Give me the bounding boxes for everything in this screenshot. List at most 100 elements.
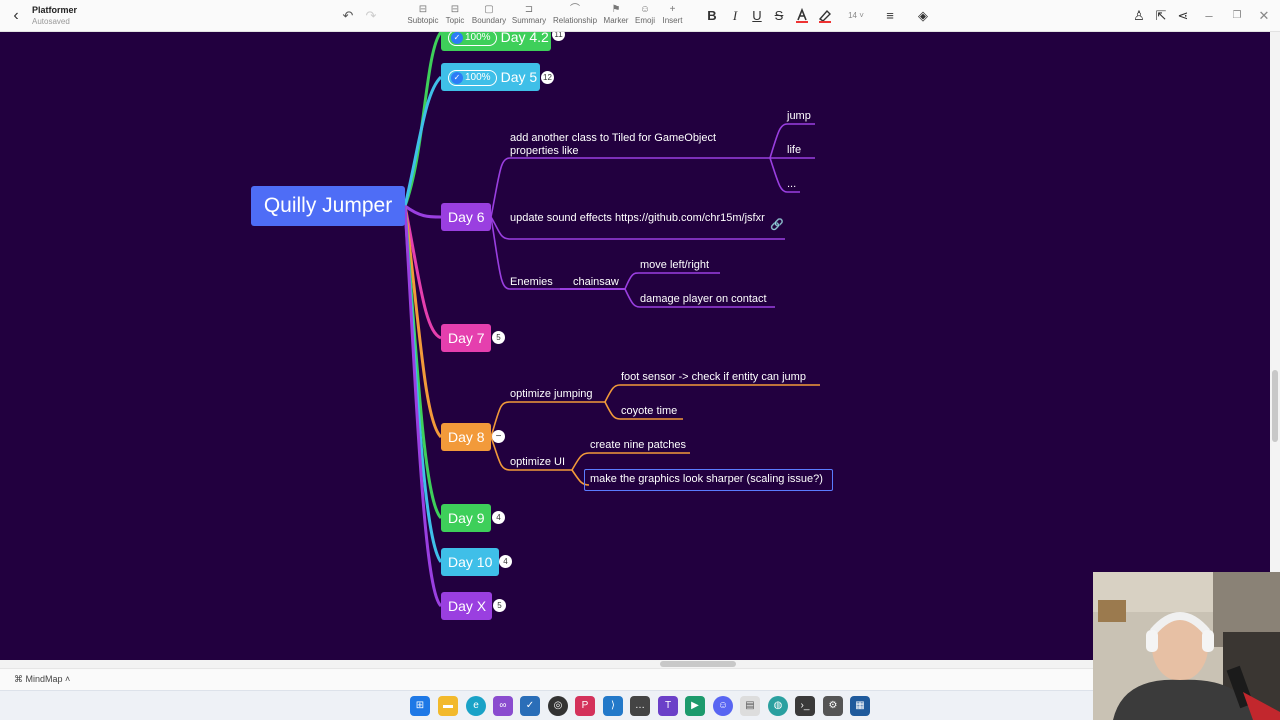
topic-button[interactable]: ⊟ Topic xyxy=(443,4,467,28)
vertical-scrollbar[interactable] xyxy=(1270,32,1280,660)
app-icon[interactable]: ▶ xyxy=(685,696,705,716)
app-icon[interactable]: T xyxy=(658,696,678,716)
save-status: Autosaved xyxy=(32,17,70,26)
start-menu-icon[interactable]: ⊞ xyxy=(410,696,430,716)
taskbar: ⊞ ▬ e ∞ ✓ ◎ P ⟩ … T ▶ ☺ ▤ ◍ ›_ ⚙ ▦ xyxy=(0,690,1280,720)
app-icon[interactable]: ∞ xyxy=(493,696,513,716)
marker-icon: ⚑ xyxy=(611,4,621,15)
align-icon[interactable]: ≡ xyxy=(882,8,898,24)
day-10-topic[interactable]: Day 10 xyxy=(441,548,499,576)
progress-badge: ✓ 100% xyxy=(448,70,497,86)
restore-icon[interactable]: ❐ xyxy=(1229,8,1245,24)
terminal-icon[interactable]: ›_ xyxy=(795,696,815,716)
subtopic-icon: ⊟ xyxy=(418,4,428,15)
collapse-count-badge[interactable]: 5 xyxy=(493,599,506,612)
topic-icon: ⊟ xyxy=(450,4,460,15)
day-4-2-topic[interactable]: ✓ 100% Day 4.2 xyxy=(441,32,551,51)
day-9-topic[interactable]: Day 9 xyxy=(441,504,491,532)
italic-button[interactable]: I xyxy=(727,8,743,24)
subtopic-move-left-right[interactable]: move left/right xyxy=(640,259,709,272)
insert-button[interactable]: + Insert xyxy=(661,4,684,28)
share-icon[interactable]: ⋖ xyxy=(1175,8,1191,24)
undo-icon[interactable]: ↶ xyxy=(340,8,356,24)
bold-button[interactable]: B xyxy=(704,8,720,24)
subtopic-life[interactable]: life xyxy=(787,144,801,157)
app-icon[interactable]: P xyxy=(575,696,595,716)
mindmap-canvas[interactable]: Quilly Jumper ✓ 100% Day 4.2 11 ✓ 100% Day 5… xyxy=(0,32,1270,660)
subtopic-tiled-class[interactable]: add another class to Tiled for GameObjec… xyxy=(510,132,765,158)
subtopic-chainsaw[interactable]: chainsaw xyxy=(573,276,619,289)
branch-lines xyxy=(403,32,820,608)
highlight-icon[interactable] xyxy=(817,8,833,24)
link-icon[interactable]: 🔗 xyxy=(770,218,784,231)
scroll-thumb[interactable] xyxy=(1272,370,1278,442)
text-color-icon[interactable] xyxy=(794,7,810,24)
subtopic-enemies[interactable]: Enemies xyxy=(510,276,553,289)
relationship-button[interactable]: ⌒ Relationship xyxy=(553,4,597,28)
day-x-topic[interactable]: Day X xyxy=(441,592,492,620)
subtopic-optimize-jumping[interactable]: optimize jumping xyxy=(510,388,593,401)
webcam-overlay xyxy=(1093,572,1280,720)
subtopic-sound-effects[interactable]: update sound effects https://github.com/… xyxy=(510,212,768,225)
summary-button[interactable]: ⊐ Summary xyxy=(511,4,547,28)
collapse-button[interactable]: − xyxy=(492,430,505,443)
strikethrough-button[interactable]: S xyxy=(771,8,787,24)
summary-icon: ⊐ xyxy=(524,4,534,15)
collapse-count-badge[interactable]: 4 xyxy=(499,555,512,568)
subtopic-damage-player[interactable]: damage player on contact xyxy=(640,293,767,306)
view-mode-switch[interactable]: ⌘ MindMap ˄ xyxy=(14,674,70,685)
subtopic-ellipsis[interactable]: ... xyxy=(787,178,796,191)
file-explorer-icon[interactable]: ▬ xyxy=(438,696,458,716)
horizontal-scrollbar[interactable] xyxy=(0,660,1270,668)
app-icon[interactable]: ⚙ xyxy=(823,696,843,716)
obs-icon[interactable]: ◎ xyxy=(548,696,568,716)
day-7-topic[interactable]: Day 7 xyxy=(441,324,491,352)
day-6-topic[interactable]: Day 6 xyxy=(441,203,491,231)
shirt-icon[interactable]: ♙ xyxy=(1131,8,1147,24)
subtopic-sharper-graphics[interactable]: make the graphics look sharper (scaling … xyxy=(590,473,823,486)
subtopic-button[interactable]: ⊟ Subtopic xyxy=(406,4,440,28)
vscode-icon[interactable]: ⟩ xyxy=(603,696,623,716)
status-bar: ⌘ MindMap ˄ xyxy=(0,668,1280,690)
subtopic-jump[interactable]: jump xyxy=(787,110,811,123)
scroll-thumb[interactable] xyxy=(660,661,736,667)
collapse-count-badge[interactable]: 4 xyxy=(492,511,505,524)
app-icon[interactable]: … xyxy=(630,696,650,716)
emoji-button[interactable]: ☺ Emoji xyxy=(634,4,656,28)
insert-icon: + xyxy=(669,4,676,15)
root-topic[interactable]: Quilly Jumper xyxy=(251,186,405,226)
subtopic-coyote-time[interactable]: coyote time xyxy=(621,405,677,418)
boundary-icon: ▢ xyxy=(484,4,494,15)
subtopic-nine-patches[interactable]: create nine patches xyxy=(590,439,686,452)
calculator-icon[interactable]: ▦ xyxy=(850,696,870,716)
emoji-icon: ☺ xyxy=(639,4,651,15)
font-size-select[interactable]: 14 ˅ xyxy=(845,8,867,24)
discord-icon[interactable]: ☺ xyxy=(713,696,733,716)
boundary-button[interactable]: ▢ Boundary xyxy=(471,4,507,28)
subtopic-optimize-ui[interactable]: optimize UI xyxy=(510,456,565,469)
check-icon: ✓ xyxy=(451,32,463,44)
day-8-topic[interactable]: Day 8 xyxy=(441,423,491,451)
underline-button[interactable]: U xyxy=(749,8,765,24)
collapse-count-badge[interactable]: 5 xyxy=(492,331,505,344)
collapse-count-badge[interactable]: 12 xyxy=(541,71,554,84)
layers-icon[interactable]: ◈ xyxy=(915,8,931,24)
app-icon[interactable]: ◍ xyxy=(768,696,788,716)
app-icon[interactable]: ✓ xyxy=(520,696,540,716)
top-toolbar: ‹ Platformer Autosaved ↶ ↷ ⊟ Subtopic ⊟ … xyxy=(0,0,1280,32)
progress-badge: ✓ 100% xyxy=(448,32,497,46)
back-arrow-icon[interactable]: ‹ xyxy=(8,7,24,25)
edge-browser-icon[interactable]: e xyxy=(466,696,486,716)
subtopic-foot-sensor[interactable]: foot sensor -> check if entity can jump xyxy=(621,371,806,384)
close-icon[interactable]: ✕ xyxy=(1256,8,1272,24)
marker-button[interactable]: ⚑ Marker xyxy=(603,4,629,28)
webcam-image xyxy=(1093,572,1280,720)
redo-icon[interactable]: ↷ xyxy=(363,8,379,24)
export-icon[interactable]: ⇱ xyxy=(1153,8,1169,24)
mindmap-app-icon[interactable]: ▤ xyxy=(740,696,760,716)
relationship-icon: ⌒ xyxy=(570,4,580,15)
check-icon: ✓ xyxy=(451,72,463,84)
document-title: Platformer xyxy=(32,5,78,15)
day-5-topic[interactable]: ✓ 100% Day 5 xyxy=(441,63,540,91)
minimize-icon[interactable]: – xyxy=(1201,8,1217,24)
